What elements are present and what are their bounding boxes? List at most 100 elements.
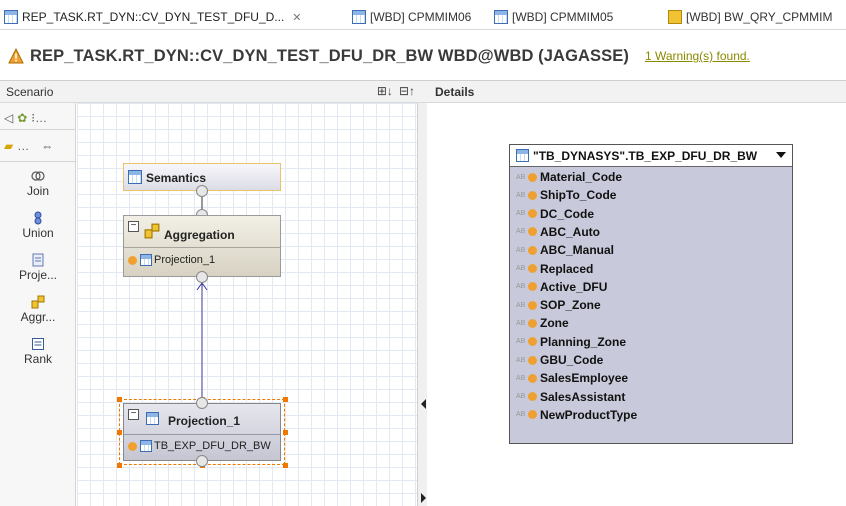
palette-settings-icon[interactable]: ✿ — [17, 111, 27, 125]
folder-icon[interactable]: ▰ — [4, 139, 13, 153]
warnings-link[interactable]: 1 Warning(s) found. — [645, 49, 750, 63]
collapse-left-arrow-icon[interactable] — [421, 399, 426, 409]
palette-nav-row[interactable]: ◁ ✿ ⁝… — [4, 107, 47, 129]
resize-handle[interactable] — [283, 430, 288, 435]
column-row[interactable]: AB ABC_Auto — [510, 223, 792, 241]
add-column-dot-icon[interactable] — [528, 227, 537, 237]
tab-cpmmim05[interactable]: [WBD] CPMMIM05 — [494, 8, 624, 26]
resize-handle[interactable] — [117, 463, 122, 468]
tool-projection[interactable]: Proje... — [0, 253, 76, 282]
column-name: Zone — [540, 316, 569, 331]
warning-icon — [8, 48, 24, 64]
semantics-input-port[interactable] — [196, 185, 208, 197]
add-column-dot-icon[interactable] — [528, 172, 537, 182]
column-row[interactable]: AB Planning_Zone — [510, 333, 792, 351]
tool-aggregation[interactable]: Aggr... — [0, 295, 76, 324]
tab-label: REP_TASK.RT_DYN::CV_DYN_TEST_DFU_D... — [22, 10, 285, 24]
add-column-dot-icon[interactable] — [528, 392, 537, 402]
column-row[interactable]: AB ShipTo_Code — [510, 186, 792, 204]
column-row[interactable]: AB GBU_Code — [510, 351, 792, 369]
table-icon — [516, 149, 529, 162]
column-name: ABC_Auto — [540, 224, 600, 239]
tab-cpmmim06[interactable]: [WBD] CPMMIM06 — [352, 8, 482, 26]
chevron-left-icon[interactable]: ◁ — [4, 111, 13, 125]
expand-right-arrow-icon[interactable] — [421, 493, 426, 503]
tab-calc-view[interactable]: REP_TASK.RT_DYN::CV_DYN_TEST_DFU_D... ✕ — [4, 8, 344, 26]
panel-splitter[interactable] — [417, 103, 427, 506]
tool-join[interactable]: Join — [0, 169, 76, 198]
scenario-toolbar: ⊞↓ ⊟↑ — [377, 84, 415, 98]
add-column-dot-icon[interactable] — [528, 373, 537, 383]
semantics-label: Semantics — [146, 171, 207, 185]
details-title: Details — [435, 85, 475, 99]
table-menu-arrow-icon[interactable] — [776, 152, 786, 158]
projection-icon — [32, 253, 44, 267]
string-type-icon: AB — [516, 173, 526, 181]
resize-handle[interactable] — [283, 397, 288, 402]
tab-label: [WBD] CPMMIM06 — [370, 10, 472, 24]
aggregation-node[interactable]: − Aggregation Projection_1 — [123, 215, 281, 277]
add-column-dot-icon[interactable] — [528, 355, 537, 365]
resize-handle[interactable] — [283, 463, 288, 468]
aggregation-input: Projection_1 — [154, 254, 216, 266]
add-column-dot-icon[interactable] — [528, 190, 537, 200]
aggregation-icon — [144, 223, 160, 239]
column-row[interactable]: AB NewProductType — [510, 406, 792, 424]
scenario-title: Scenario — [6, 85, 54, 99]
palette-folder-row[interactable]: ▰ … ⇔ — [4, 135, 53, 157]
aggregation-input-port[interactable] — [196, 271, 208, 283]
column-row[interactable]: AB Active_DFU — [510, 278, 792, 296]
column-name: SOP_Zone — [540, 298, 601, 313]
tool-union[interactable]: Union — [0, 211, 76, 240]
add-column-dot-icon[interactable] — [528, 410, 537, 420]
column-row[interactable]: AB SalesAssistant — [510, 388, 792, 406]
add-column-dot-icon[interactable] — [528, 337, 537, 347]
collapse-all-button[interactable]: ⊟↑ — [399, 84, 415, 98]
column-name: Planning_Zone — [540, 334, 627, 349]
column-name: SalesEmployee — [540, 371, 629, 386]
projection-output-port[interactable] — [196, 397, 208, 409]
aggregation-title: Aggregation — [164, 228, 235, 242]
palette-row-label: … — [17, 139, 30, 153]
source-table-box[interactable]: "TB_DYNASYS".TB_EXP_DFU_DR_BW AB Material… — [509, 144, 793, 444]
projection-input-port[interactable] — [196, 455, 208, 467]
editor-tab-bar: REP_TASK.RT_DYN::CV_DYN_TEST_DFU_D... ✕ … — [0, 0, 846, 30]
join-icon — [31, 171, 45, 181]
tool-rank[interactable]: Rank — [0, 337, 76, 366]
details-panel: Details "TB_DYNASYS".TB_EXP_DFU_DR_BW AB… — [427, 80, 846, 506]
projection-node[interactable]: − Projection_1 TB_EXP_DFU_DR_BW — [123, 403, 281, 461]
tool-label: Union — [22, 226, 54, 240]
column-row[interactable]: AB DC_Code — [510, 205, 792, 223]
column-row[interactable]: AB Zone — [510, 314, 792, 332]
string-type-icon: AB — [516, 411, 526, 419]
expand-all-button[interactable]: ⊞↓ — [377, 84, 393, 98]
add-column-dot-icon[interactable] — [528, 264, 537, 273]
add-column-dot-icon[interactable] — [528, 300, 537, 310]
collapse-node-button[interactable]: − — [128, 409, 139, 420]
tab-bw-qry[interactable]: [WBD] BW_QRY_CPMMIM — [668, 8, 846, 26]
add-column-dot-icon[interactable] — [528, 318, 537, 328]
column-row[interactable]: AB Replaced — [510, 260, 792, 278]
resize-handle[interactable] — [117, 430, 122, 435]
diagram-canvas[interactable]: Semantics − Aggregation Projection_1 − P… — [77, 103, 417, 506]
string-type-icon: AB — [516, 338, 526, 346]
tool-label: Proje... — [18, 268, 57, 282]
resize-handle[interactable] — [117, 397, 122, 402]
close-icon[interactable]: ✕ — [292, 11, 301, 24]
add-column-dot-icon[interactable] — [528, 245, 537, 255]
string-type-icon: AB — [516, 356, 526, 364]
column-row[interactable]: AB SOP_Zone — [510, 296, 792, 314]
column-row[interactable]: AB SalesEmployee — [510, 369, 792, 387]
string-type-icon: AB — [516, 265, 526, 272]
column-name: ShipTo_Code — [540, 188, 617, 203]
add-column-dot-icon[interactable] — [528, 209, 537, 219]
input-port-dot — [128, 442, 137, 451]
column-row[interactable]: AB Material_Code — [510, 168, 792, 186]
column-name: Replaced — [540, 261, 594, 276]
column-row[interactable]: AB ABC_Manual — [510, 241, 792, 259]
column-name: NewProductType — [540, 407, 638, 422]
collapse-palette-icon[interactable]: ⇔ — [41, 139, 53, 153]
projection-icon — [146, 412, 159, 425]
add-column-dot-icon[interactable] — [528, 282, 537, 292]
collapse-node-button[interactable]: − — [128, 221, 139, 232]
